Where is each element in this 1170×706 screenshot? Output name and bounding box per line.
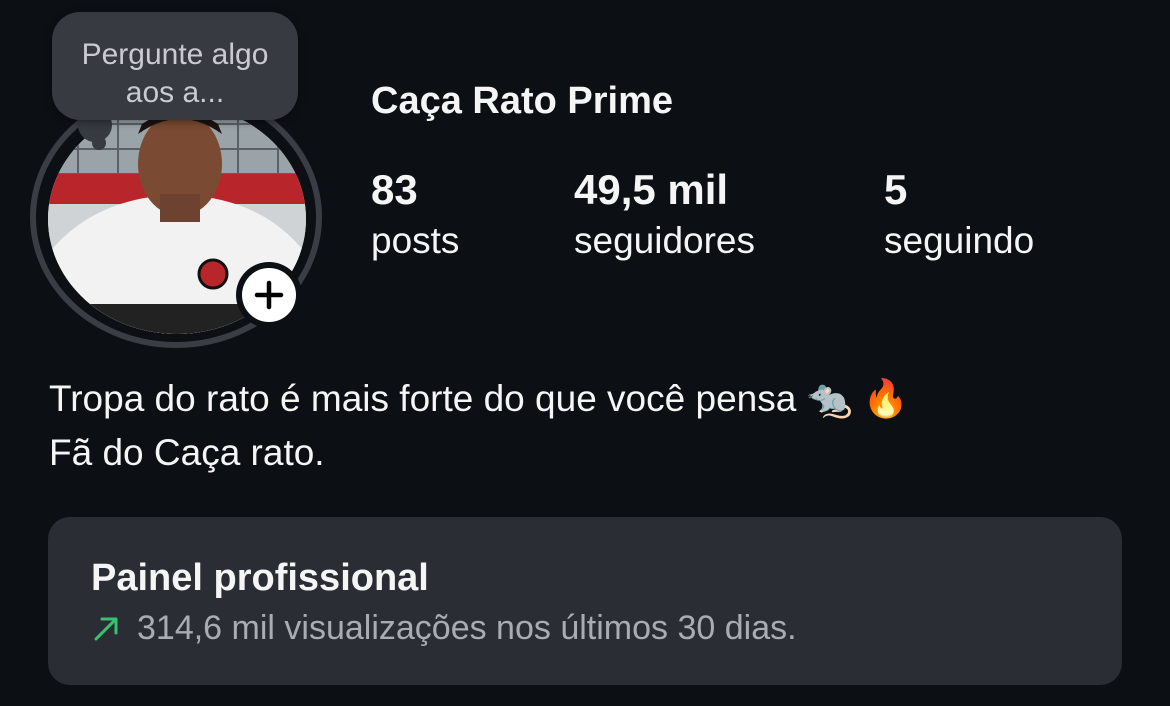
stat-followers[interactable]: 49,5 mil seguidores — [574, 166, 755, 268]
profile-bio: Tropa do rato é mais forte do que você p… — [49, 372, 1129, 480]
professional-dashboard-title: Painel profissional — [91, 557, 429, 599]
trending-up-arrow-icon — [94, 617, 118, 640]
stat-value: 5 — [884, 166, 908, 213]
stat-label: seguindo — [884, 220, 1035, 261]
stat-posts[interactable]: 83 posts — [371, 166, 459, 268]
professional-dashboard-subtitle: 314,6 mil visualizações nos últimos 30 d… — [91, 609, 797, 648]
note-bubble[interactable]: Pergunte algo aos a... — [52, 12, 298, 120]
note-bubble-text: Pergunte algo aos a... — [81, 38, 269, 109]
bio-line: Tropa do rato é mais forte do que você p… — [49, 378, 909, 419]
avatar[interactable] — [28, 84, 326, 354]
professional-dashboard-card[interactable]: Painel profissional 314,6 mil visualizaç… — [48, 517, 1122, 685]
stat-label: seguidores — [574, 220, 756, 261]
add-story-button[interactable] — [236, 262, 302, 328]
stat-following[interactable]: 5 seguindo — [884, 166, 1034, 268]
stat-value: 83 — [371, 166, 418, 213]
plus-icon — [242, 268, 296, 322]
bio-line: Fã do Caça rato. — [49, 432, 325, 473]
views-summary-text: 314,6 mil visualizações nos últimos 30 d… — [137, 609, 797, 647]
stat-value: 49,5 mil — [574, 166, 729, 213]
profile-username: Caça Rato Prime — [371, 80, 674, 122]
stat-label: posts — [371, 220, 460, 261]
